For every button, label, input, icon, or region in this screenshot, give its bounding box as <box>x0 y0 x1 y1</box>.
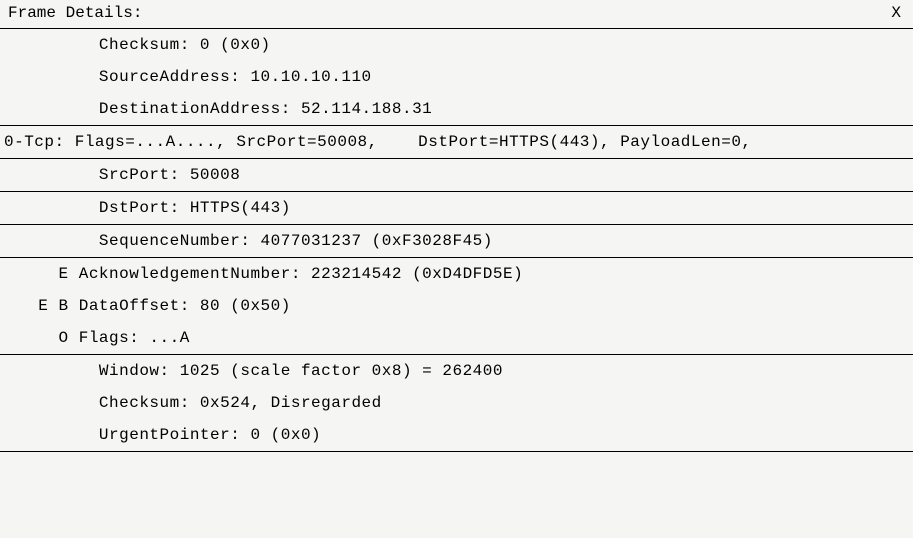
tcp-data-offset-row: E B DataOffset: 80 (0x50) <box>0 290 913 322</box>
tcp-flags-row: O Flags: ...A <box>0 322 913 355</box>
tcp-summary-row: 0-Tcp: Flags=...A...., SrcPort=50008, Ds… <box>0 125 913 159</box>
ip-source-address-row: SourceAddress: 10.10.10.110 <box>0 61 913 93</box>
tcp-sequence-number-row: SequenceNumber: 4077031237 (0xF3028F45) <box>0 225 913 258</box>
tcp-checksum-row: Checksum: 0x524, Disregarded <box>0 387 913 419</box>
frame-details-panel: Frame Details: X Checksum: 0 (0x0) Sourc… <box>0 0 913 452</box>
tcp-urgent-pointer-row: UrgentPointer: 0 (0x0) <box>0 419 913 452</box>
tcp-ack-number-row: E AcknowledgementNumber: 223214542 (0xD4… <box>0 258 913 290</box>
ip-checksum-row: Checksum: 0 (0x0) <box>0 29 913 61</box>
frame-details-title: Frame Details: <box>8 4 142 22</box>
tcp-dst-port-row: DstPort: HTTPS(443) <box>0 192 913 225</box>
frame-details-header: Frame Details: X <box>0 0 913 29</box>
ip-destination-address-row: DestinationAddress: 52.114.188.31 <box>0 93 913 125</box>
close-icon[interactable]: X <box>891 4 901 22</box>
tcp-src-port-row: SrcPort: 50008 <box>0 159 913 192</box>
tcp-window-row: Window: 1025 (scale factor 0x8) = 262400 <box>0 355 913 387</box>
